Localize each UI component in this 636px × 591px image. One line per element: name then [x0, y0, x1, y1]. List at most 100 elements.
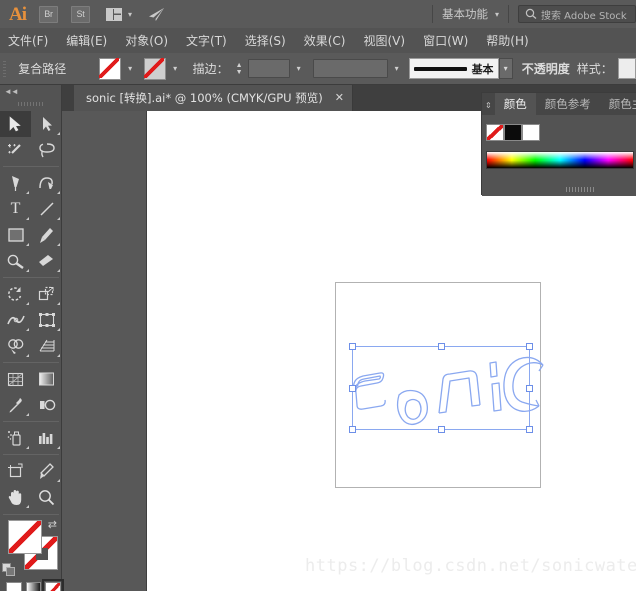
color-mode-button[interactable]: [6, 582, 22, 591]
paintbrush-tool[interactable]: [31, 222, 62, 248]
panel-scrollbar[interactable]: [566, 187, 594, 192]
selection-handle-se[interactable]: [526, 426, 533, 433]
share-button[interactable]: [148, 7, 165, 22]
menu-help[interactable]: 帮助(H): [477, 32, 537, 49]
stock-button[interactable]: St: [71, 5, 90, 23]
pen-tool[interactable]: [0, 170, 31, 196]
direct-selection-tool[interactable]: [31, 111, 62, 137]
variable-width-profile-input[interactable]: [313, 59, 389, 78]
stock-search-input[interactable]: 搜索 Adobe Stock: [518, 5, 636, 23]
fill-chevron-down-icon[interactable]: ▾: [125, 64, 136, 73]
tab-color[interactable]: 颜色: [494, 93, 536, 115]
fill-color-swatch[interactable]: [98, 57, 121, 80]
stroke-weight-chevron-down-icon[interactable]: ▾: [294, 64, 303, 73]
none-swatch[interactable]: [486, 124, 504, 141]
selection-handle-w[interactable]: [349, 385, 356, 392]
eraser-tool[interactable]: [31, 248, 62, 274]
selection-handle-e[interactable]: [526, 385, 533, 392]
menu-file[interactable]: 文件(F): [0, 32, 57, 49]
column-graph-tool[interactable]: [31, 425, 62, 451]
watermark-text: https://blog.csdn.net/sonicwater: [305, 556, 636, 576]
eyedropper-tool[interactable]: [0, 392, 31, 418]
free-transform-tool[interactable]: [31, 307, 62, 333]
color-panel: ⇕ 颜色 颜色参考 颜色主题: [481, 92, 636, 196]
scale-tool[interactable]: [31, 281, 62, 307]
stroke-weight-stepper[interactable]: ▲ ▼: [235, 60, 244, 78]
type-tool[interactable]: T: [0, 196, 31, 222]
swap-fill-stroke-icon[interactable]: ⇄: [48, 518, 57, 531]
symbol-sprayer-tool[interactable]: [0, 425, 31, 451]
menu-select[interactable]: 选择(S): [236, 32, 295, 49]
workspace-chevron-down-icon[interactable]: ▾: [495, 10, 499, 19]
selection-tool[interactable]: [0, 111, 31, 137]
collapse-panel-icon[interactable]: ◄◄: [0, 85, 61, 98]
brush-definition-select[interactable]: 基本: [409, 58, 499, 79]
stroke-weight-input[interactable]: [247, 59, 291, 78]
menu-view[interactable]: 视图(V): [354, 32, 414, 49]
menu-window[interactable]: 窗口(W): [414, 32, 477, 49]
menu-edit[interactable]: 编辑(E): [57, 32, 116, 49]
menu-effect[interactable]: 效果(C): [295, 32, 355, 49]
arrange-documents-icon: [106, 7, 122, 21]
tool-group-indicator-icon: [57, 243, 60, 246]
close-icon[interactable]: ✕: [335, 92, 344, 104]
opacity-label[interactable]: 不透明度: [522, 60, 570, 77]
canvas-gutter: [62, 111, 147, 591]
rectangle-icon: [7, 228, 24, 242]
document-tab[interactable]: sonic [转换].ai* @ 100% (CMYK/GPU 预览) ✕: [74, 85, 353, 111]
gradient-tool[interactable]: [31, 366, 62, 392]
menu-bar: 文件(F) 编辑(E) 对象(O) 文字(T) 选择(S) 效果(C) 视图(V…: [0, 28, 636, 53]
bridge-button[interactable]: Br: [39, 5, 58, 23]
gradient-mode-button[interactable]: [25, 582, 42, 591]
none-mode-button[interactable]: [42, 579, 64, 591]
control-bar-grip[interactable]: [3, 60, 7, 77]
selection-bounding-box[interactable]: [349, 343, 533, 433]
tool-group-indicator-icon: [26, 302, 29, 305]
menu-object[interactable]: 对象(O): [116, 32, 177, 49]
tools-panel-grip[interactable]: [17, 98, 44, 108]
stroke-chevron-down-icon[interactable]: ▾: [170, 64, 181, 73]
tab-color-guide[interactable]: 颜色参考: [536, 93, 600, 115]
shaper-tool[interactable]: [0, 248, 31, 274]
selection-handle-nw[interactable]: [349, 343, 356, 350]
slice-tool[interactable]: [31, 458, 62, 484]
graphic-style-swatch[interactable]: [617, 58, 636, 79]
black-swatch[interactable]: [504, 124, 522, 141]
perspective-grid-tool[interactable]: [31, 333, 62, 359]
stroke-color-swatch[interactable]: [143, 57, 166, 80]
selection-handle-s[interactable]: [438, 426, 445, 433]
lasso-tool[interactable]: [31, 137, 62, 163]
blend-tool[interactable]: [31, 392, 62, 418]
width-tool[interactable]: [0, 307, 31, 333]
arrange-documents-button[interactable]: ▾: [106, 7, 132, 21]
color-panel-tabs: ⇕ 颜色 颜色参考 颜色主题: [482, 93, 636, 115]
color-spectrum-ramp[interactable]: [486, 151, 634, 169]
artboard-tool[interactable]: [0, 458, 31, 484]
selection-handle-n[interactable]: [438, 343, 445, 350]
menu-type[interactable]: 文字(T): [177, 32, 236, 49]
workspace-switcher[interactable]: 基本功能: [442, 6, 488, 22]
variable-width-chevron-down-icon[interactable]: ▾: [392, 64, 401, 73]
brush-definition-chevron-down-icon[interactable]: ▾: [498, 58, 513, 79]
mesh-tool[interactable]: [0, 366, 31, 392]
curvature-tool[interactable]: [31, 170, 62, 196]
application-bar: Ai Br St ▾ 基本功能 ▾ 搜索 Adobe Stock: [0, 0, 636, 28]
default-fill-stroke-icon[interactable]: [2, 563, 15, 576]
tool-group-indicator-icon: [57, 446, 60, 449]
panel-options-icon[interactable]: ⇕: [482, 102, 495, 115]
magic-wand-tool[interactable]: [0, 137, 31, 163]
zoom-tool[interactable]: [31, 484, 62, 510]
tab-color-themes[interactable]: 颜色主题: [600, 93, 636, 115]
shape-builder-tool[interactable]: [0, 333, 31, 359]
divider: [508, 5, 509, 23]
line-segment-tool[interactable]: [31, 196, 62, 222]
selection-handle-sw[interactable]: [349, 426, 356, 433]
fill-indicator-swatch[interactable]: [8, 520, 42, 554]
rotate-tool[interactable]: [0, 281, 31, 307]
selection-handle-ne[interactable]: [526, 343, 533, 350]
scale-icon: [38, 286, 54, 301]
hand-tool[interactable]: [0, 484, 31, 510]
white-swatch[interactable]: [522, 124, 540, 141]
toolbar-divider: [3, 421, 59, 422]
rectangle-tool[interactable]: [0, 222, 31, 248]
